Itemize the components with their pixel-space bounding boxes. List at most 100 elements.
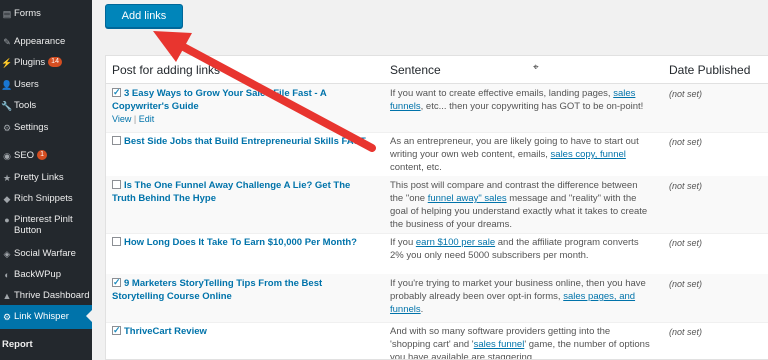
- table-row: Best Side Jobs that Build Entrepreneuria…: [106, 132, 768, 177]
- seo-icon: ◉: [3, 150, 11, 161]
- sidebar-item-label: Tools: [14, 100, 37, 111]
- pinterest-icon: ●: [4, 215, 10, 225]
- sidebar-item-label: Report: [2, 339, 33, 350]
- post-title-link[interactable]: 3 Easy Ways to Grow Your Sales File Fast…: [112, 88, 326, 112]
- update-count-badge: 1: [37, 150, 47, 161]
- action-separator: |: [133, 114, 137, 124]
- sidebar-item-report[interactable]: Report: [0, 337, 92, 353]
- column-header-sentence[interactable]: Sentence: [390, 63, 441, 77]
- column-header-date[interactable]: Date Published: [669, 63, 750, 77]
- sentence-cell: This post will compare and contrast the …: [390, 179, 652, 231]
- sidebar-item-appearance[interactable]: ✎ Appearance: [0, 34, 92, 50]
- sentence-text: content, etc.: [390, 162, 442, 173]
- sidebar-item-social-warfare[interactable]: ◈ Social Warfare: [0, 246, 92, 262]
- add-links-button[interactable]: Add links: [105, 4, 183, 28]
- sidebar-item-label: Plugins 14: [14, 57, 62, 68]
- post-title-link[interactable]: How Long Does It Take To Earn $10,000 Pe…: [124, 237, 357, 248]
- anchor-text-link[interactable]: sales funnel: [474, 339, 525, 350]
- pretty-links-icon: ★: [2, 172, 12, 183]
- sidebar-item-label: Rich Snippets: [14, 193, 73, 204]
- sidebar-item-label: Forms: [14, 8, 41, 19]
- edit-link[interactable]: Edit: [139, 114, 155, 124]
- sidebar-item-label: Pretty Links: [14, 172, 64, 183]
- social-warfare-icon: ◈: [3, 248, 11, 259]
- settings-icon: ⚙: [2, 122, 12, 133]
- sentence-text: If you want to create effective emails, …: [390, 88, 614, 99]
- sentence-cell: As an entrepreneur, you are likely going…: [390, 135, 652, 174]
- sidebar-item-plugins[interactable]: ⚡ Plugins 14: [0, 55, 92, 71]
- row-checkbox[interactable]: [112, 136, 121, 145]
- sidebar-item-link-whisper[interactable]: ⚙ Link Whisper: [0, 305, 92, 329]
- sidebar-item-users[interactable]: 👤 Users: [0, 77, 92, 93]
- date-published-cell: (not set): [669, 137, 703, 147]
- thrive-dashboard-icon: ▲: [2, 291, 12, 301]
- anchor-text-link[interactable]: funnel away" sales: [428, 193, 507, 204]
- sidebar-item-forms[interactable]: ▤ Forms: [0, 6, 92, 22]
- sidebar-item-backwpup[interactable]: ◐ BackWPup: [0, 267, 92, 283]
- post-cell: Best Side Jobs that Build Entrepreneuria…: [112, 135, 367, 148]
- admin-sidebar: ▤ Forms ✎ Appearance ⚡ Plugins 14 👤 Users 🔧 Tools ⚙…: [0, 0, 92, 360]
- date-published-cell: (not set): [669, 327, 703, 337]
- sentence-cell: If you're trying to market your business…: [390, 277, 652, 316]
- sidebar-item-label: Pinterest Pinlt Button: [14, 214, 73, 236]
- plugins-icon: ⚡: [1, 57, 13, 68]
- post-title-link[interactable]: Is The One Funnel Away Challenge A Lie? …: [112, 180, 350, 204]
- update-count-badge: 14: [48, 57, 62, 68]
- date-published-cell: (not set): [669, 279, 703, 289]
- row-actions: View | Edit: [112, 113, 367, 126]
- post-cell: ThriveCart Review: [112, 324, 367, 338]
- post-title-link[interactable]: ThriveCart Review: [124, 326, 207, 337]
- post-title-link[interactable]: 9 Marketers StoryTelling Tips From the B…: [112, 278, 322, 302]
- sentence-text: .: [420, 304, 424, 315]
- link-whisper-icon: ⚙: [2, 311, 12, 322]
- main-content: Add links Post for adding links Sentence…: [92, 0, 768, 360]
- mouse-cursor-icon: ⌖: [533, 62, 539, 73]
- table-row: 3 Easy Ways to Grow Your Sales File Fast…: [106, 84, 768, 133]
- sidebar-item-label: Thrive Dashboard: [14, 290, 90, 301]
- rich-snippets-icon: ◆: [3, 193, 11, 204]
- date-published-cell: (not set): [669, 181, 703, 191]
- sidebar-item-label: BackWPup: [14, 269, 61, 280]
- table-row: 9 Marketers StoryTelling Tips From the B…: [106, 274, 768, 323]
- sidebar-item-label: Appearance: [14, 36, 66, 47]
- sidebar-item-seo[interactable]: ◉ SEO 1: [0, 148, 92, 164]
- table-row: ThriveCart Review And with so many softwa…: [106, 322, 768, 359]
- sidebar-item-pretty-links[interactable]: ★ Pretty Links: [0, 170, 92, 186]
- sidebar-item-settings[interactable]: ⚙ Settings: [0, 120, 92, 136]
- sidebar-item-label: Link Whisper: [14, 311, 69, 322]
- sidebar-item-label: Settings: [14, 122, 49, 133]
- row-checkbox[interactable]: [112, 180, 121, 189]
- row-checkbox[interactable]: [112, 86, 121, 99]
- post-cell: 3 Easy Ways to Grow Your Sales File Fast…: [112, 86, 367, 126]
- sidebar-item-thrive-dashboard[interactable]: ▲ Thrive Dashboard: [0, 288, 92, 304]
- anchor-text-link[interactable]: sales copy, funnel: [551, 149, 626, 160]
- post-title-link[interactable]: Best Side Jobs that Build Entrepreneuria…: [124, 136, 366, 147]
- sidebar-item-label: SEO 1: [14, 150, 47, 161]
- appearance-icon: ✎: [3, 36, 11, 47]
- post-cell: 9 Marketers StoryTelling Tips From the B…: [112, 276, 367, 303]
- sidebar-item-label: Social Warfare: [14, 248, 76, 259]
- sentence-text: If you: [390, 237, 416, 248]
- view-link[interactable]: View: [112, 114, 131, 124]
- anchor-text-link[interactable]: earn $100 per sale: [416, 237, 495, 248]
- sidebar-item-rich-snippets[interactable]: ◆ Rich Snippets: [0, 191, 92, 207]
- post-cell: How Long Does It Take To Earn $10,000 Pe…: [112, 236, 367, 249]
- sentence-cell: If you want to create effective emails, …: [390, 87, 652, 113]
- tools-icon: 🔧: [1, 100, 13, 111]
- date-published-cell: (not set): [669, 89, 703, 99]
- sidebar-item-pinterest-pinlt-button[interactable]: ● Pinterest Pinlt Button: [0, 212, 92, 238]
- table-row: How Long Does It Take To Earn $10,000 Pe…: [106, 233, 768, 275]
- row-checkbox[interactable]: [112, 276, 121, 289]
- links-table: Post for adding links Sentence Date Publ…: [105, 55, 768, 360]
- table-row: Is The One Funnel Away Challenge A Lie? …: [106, 176, 768, 234]
- backwpup-icon: ◐: [4, 270, 10, 280]
- column-header-post[interactable]: Post for adding links: [112, 63, 220, 77]
- row-checkbox[interactable]: [112, 237, 121, 246]
- date-published-cell: (not set): [669, 238, 703, 248]
- row-checkbox[interactable]: [112, 324, 121, 337]
- sidebar-item-label: Users: [14, 79, 39, 90]
- sentence-cell: If you earn $100 per sale and the affili…: [390, 236, 652, 262]
- post-cell: Is The One Funnel Away Challenge A Lie? …: [112, 179, 367, 205]
- forms-icon: ▤: [2, 8, 12, 19]
- sidebar-item-tools[interactable]: 🔧 Tools: [0, 98, 92, 114]
